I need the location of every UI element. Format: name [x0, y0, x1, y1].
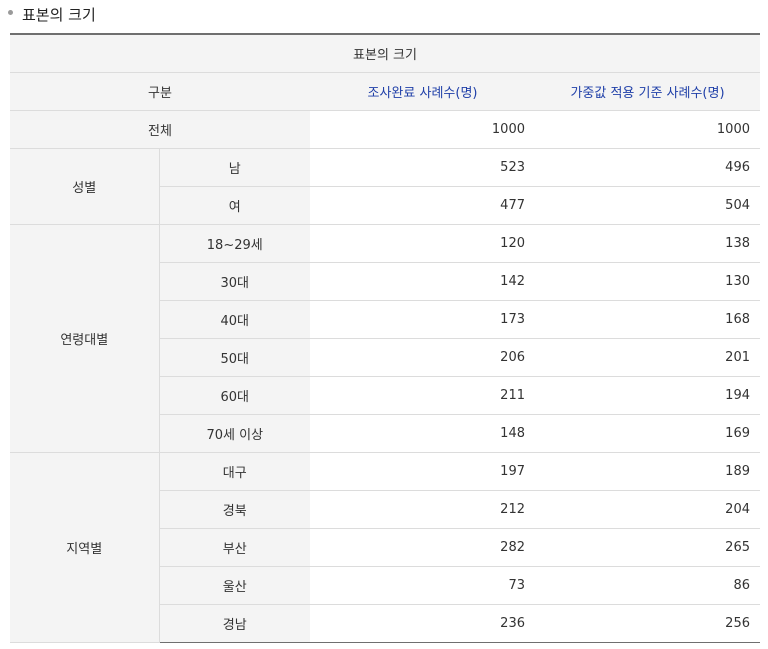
weighted-count: 265: [535, 528, 760, 567]
row-label: 30대: [159, 262, 310, 301]
group-label-age: 연령대별: [10, 224, 160, 453]
weighted-count: 86: [535, 566, 760, 605]
group-label-gender: 성별: [10, 148, 160, 225]
surveyed-count: 120: [310, 224, 535, 263]
row-label: 경남: [159, 604, 310, 643]
surveyed-count: 173: [310, 300, 535, 339]
surveyed-count: 236: [310, 604, 535, 643]
header-weighted: 가중값 적용 기준 사례수(명): [535, 72, 760, 111]
bullet-icon: [8, 9, 13, 15]
weighted-count: 504: [535, 186, 760, 225]
weighted-count: 189: [535, 452, 760, 491]
surveyed-count: 282: [310, 528, 535, 567]
table-row-total: 전체 1000 1000: [10, 110, 760, 149]
weighted-count: 194: [535, 376, 760, 415]
table-row: 성별 남 523 496: [10, 148, 760, 225]
row-label: 40대: [159, 300, 310, 339]
surveyed-count: 211: [310, 376, 535, 415]
surveyed-count: 523: [310, 148, 535, 187]
surveyed-count: 73: [310, 566, 535, 605]
row-label: 울산: [159, 566, 310, 605]
row-label: 여: [159, 186, 310, 225]
row-label: 대구: [159, 452, 310, 491]
weighted-count: 496: [535, 148, 760, 187]
table-row: 지역별 대구 197 189: [10, 452, 760, 643]
weighted-count: 201: [535, 338, 760, 377]
weighted-count: 256: [535, 604, 760, 643]
weighted-count: 204: [535, 490, 760, 529]
section-heading: 표본의 크기: [8, 3, 96, 25]
weighted-count: 138: [535, 224, 760, 263]
row-label: 50대: [159, 338, 310, 377]
row-label: 부산: [159, 528, 310, 567]
surveyed-count: 1000: [310, 110, 535, 149]
section-title: 표본의 크기: [22, 5, 96, 24]
surveyed-count: 212: [310, 490, 535, 529]
row-label: 남: [159, 148, 310, 187]
weighted-count: 1000: [535, 110, 760, 149]
surveyed-count: 142: [310, 262, 535, 301]
group-label-region: 지역별: [10, 452, 160, 643]
header-category: 구분: [10, 72, 310, 111]
row-label: 경북: [159, 490, 310, 529]
weighted-count: 130: [535, 262, 760, 301]
weighted-count: 169: [535, 414, 760, 453]
surveyed-count: 197: [310, 452, 535, 491]
row-label: 70세 이상: [159, 414, 310, 453]
surveyed-count: 148: [310, 414, 535, 453]
surveyed-count: 206: [310, 338, 535, 377]
surveyed-count: 477: [310, 186, 535, 225]
row-label: 전체: [10, 110, 310, 149]
row-label: 18~29세: [159, 224, 310, 263]
table-row: 연령대별 18~29세 120 138: [10, 224, 760, 453]
header-row: 구분 조사완료 사례수(명) 가중값 적용 기준 사례수(명): [10, 72, 760, 111]
weighted-count: 168: [535, 300, 760, 339]
header-surveyed: 조사완료 사례수(명): [310, 72, 535, 111]
sample-size-table: 표본의 크기 구분 조사완료 사례수(명) 가중값 적용 기준 사례수(명) 전…: [10, 33, 760, 643]
row-label: 60대: [159, 376, 310, 415]
table-caption: 표본의 크기: [10, 33, 760, 73]
caption-row: 표본의 크기: [10, 33, 760, 73]
